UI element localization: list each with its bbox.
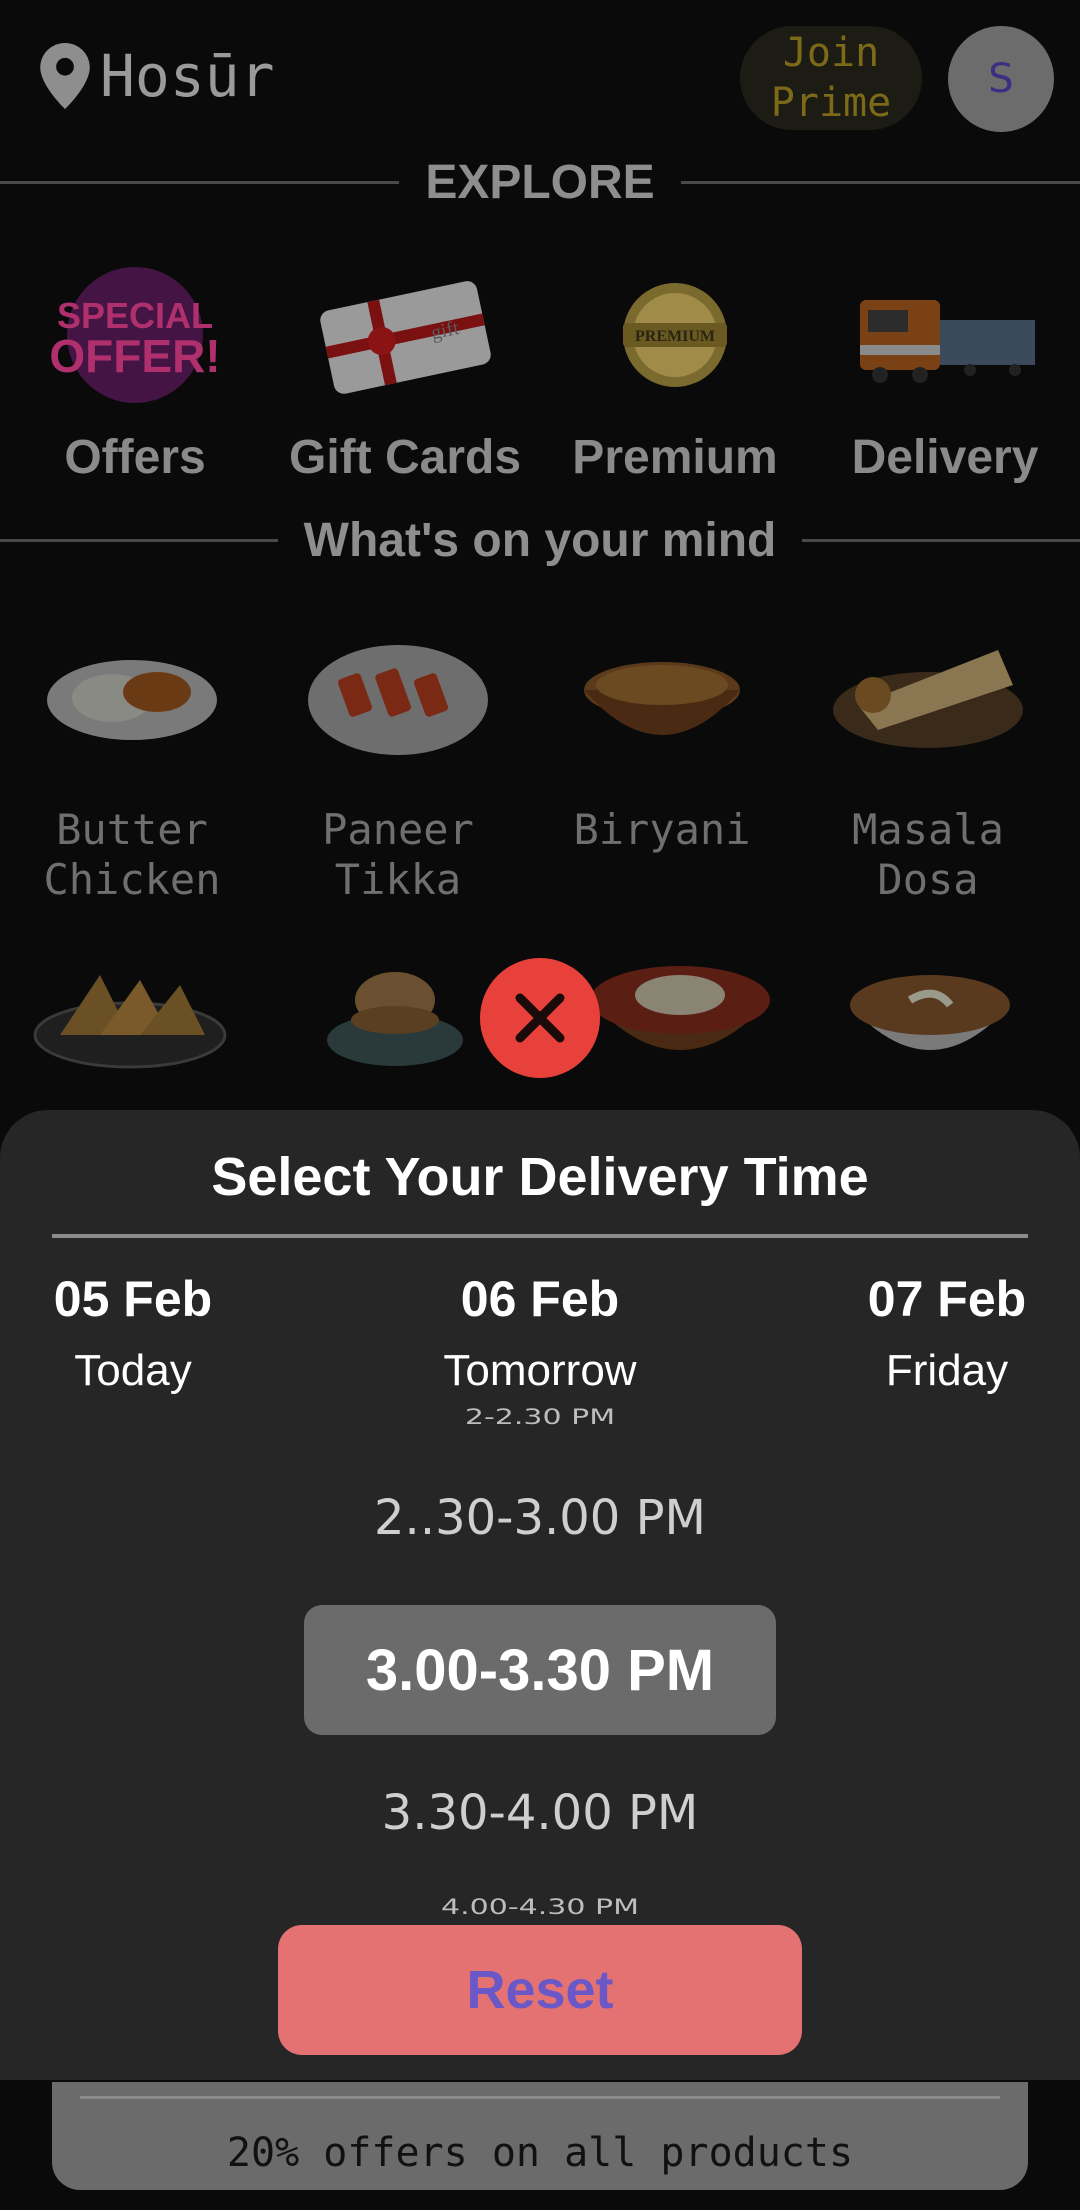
divider bbox=[80, 2096, 1000, 2099]
food-label-line1: Biryani bbox=[573, 805, 751, 854]
train-icon bbox=[820, 260, 1070, 410]
masala-dosa-image bbox=[798, 615, 1058, 775]
date-tab-today[interactable]: 05 Feb Today bbox=[3, 1270, 263, 1396]
time-slot[interactable]: 2-2.30 PM bbox=[0, 1405, 1080, 1430]
sheet-title: Select Your Delivery Time bbox=[211, 1147, 869, 1207]
prime-label-line1: Join bbox=[782, 30, 880, 76]
samosa-image bbox=[0, 930, 260, 1090]
explore-label-delivery: Delivery bbox=[851, 431, 1039, 484]
explore-section-title: EXPLORE bbox=[0, 155, 1080, 210]
biryani-image bbox=[532, 615, 792, 775]
premium-medal-icon: PREMIUM bbox=[550, 260, 800, 410]
food-item-biryani[interactable]: Biryani bbox=[532, 615, 792, 855]
offer-text: 20% offers on all products bbox=[226, 2130, 854, 2176]
date-label: 07 Feb bbox=[867, 1271, 1027, 1327]
explore-label-gift-cards: Gift Cards bbox=[288, 431, 522, 484]
day-label: Tomorrow bbox=[443, 1346, 637, 1395]
svg-text:OFFER!: OFFER! bbox=[50, 330, 220, 382]
explore-item-delivery[interactable]: Delivery bbox=[820, 260, 1070, 485]
join-prime-button[interactable]: Join Prime bbox=[740, 26, 922, 130]
date-label: 06 Feb bbox=[460, 1271, 620, 1327]
avatar[interactable]: S bbox=[948, 26, 1054, 132]
close-sheet-button[interactable] bbox=[480, 958, 600, 1078]
food-item-masala-dosa[interactable]: Masala Dosa bbox=[798, 615, 1058, 905]
explore-label-premium: Premium bbox=[572, 431, 778, 484]
location-label: Hosūr bbox=[100, 42, 275, 110]
food-label-line2: Dosa bbox=[877, 855, 979, 904]
prime-label-line2: Prime bbox=[770, 80, 892, 126]
explore-title: EXPLORE bbox=[425, 156, 655, 209]
time-slot[interactable]: 2..30-3.00 PM bbox=[0, 1490, 1080, 1546]
time-slot[interactable]: 4.00-4.30 PM bbox=[0, 1895, 1080, 1920]
top-header: Hosūr Join Prime S bbox=[0, 0, 1080, 160]
svg-text:PREMIUM: PREMIUM bbox=[635, 328, 715, 345]
date-tab-friday[interactable]: 07 Feb Friday bbox=[817, 1270, 1077, 1396]
close-icon bbox=[515, 993, 565, 1043]
divider bbox=[0, 539, 278, 542]
food-label-line1: Butter bbox=[56, 805, 208, 854]
explore-item-offers[interactable]: SPECIAL OFFER! Offers bbox=[10, 260, 260, 485]
food-label-line1: Masala bbox=[852, 805, 1004, 854]
location-selector[interactable]: Hosūr bbox=[40, 42, 275, 110]
divider bbox=[802, 539, 1080, 542]
food-label-line2: Tikka bbox=[334, 855, 462, 904]
explore-item-gift-cards[interactable]: gift Gift Cards bbox=[280, 260, 530, 485]
mind-section-title: What's on your mind bbox=[0, 513, 1080, 568]
butter-chicken-image bbox=[2, 615, 262, 775]
food-item-dal-makhani[interactable] bbox=[800, 930, 1060, 1090]
gift-card-icon: gift bbox=[280, 260, 530, 410]
time-slot-selected[interactable]: 3.00-3.30 PM bbox=[304, 1605, 776, 1735]
date-label: 05 Feb bbox=[53, 1271, 213, 1327]
divider bbox=[52, 1234, 1028, 1238]
food-item-paneer-tikka[interactable]: Paneer Tikka bbox=[268, 615, 528, 905]
mind-title: What's on your mind bbox=[303, 514, 777, 567]
dal-makhani-image bbox=[800, 930, 1060, 1090]
delivery-time-sheet: Select Your Delivery Time 05 Feb Today 0… bbox=[0, 1110, 1080, 2080]
food-label-line1: Paneer bbox=[322, 805, 474, 854]
divider bbox=[0, 181, 400, 184]
food-item-samosa[interactable] bbox=[0, 930, 260, 1090]
time-slot[interactable]: 3.30-4.00 PM bbox=[0, 1785, 1080, 1841]
explore-item-premium[interactable]: PREMIUM Premium bbox=[550, 260, 800, 485]
special-offer-icon: SPECIAL OFFER! bbox=[10, 260, 260, 410]
paneer-tikka-image bbox=[268, 615, 528, 775]
offer-banner[interactable]: 20% offers on all products bbox=[52, 2082, 1028, 2190]
food-label-line2: Chicken bbox=[43, 855, 221, 904]
day-label: Friday bbox=[885, 1346, 1009, 1395]
location-pin-icon bbox=[40, 43, 90, 109]
reset-button[interactable]: Reset bbox=[278, 1925, 802, 2055]
divider bbox=[680, 181, 1080, 184]
explore-label-offers: Offers bbox=[64, 431, 206, 484]
food-item-butter-chicken[interactable]: Butter Chicken bbox=[2, 615, 262, 905]
app-screen: Hosūr Join Prime S EXPLORE SPECIAL OFFER… bbox=[0, 0, 1080, 2210]
date-tab-tomorrow[interactable]: 06 Feb Tomorrow bbox=[410, 1270, 670, 1396]
day-label: Today bbox=[74, 1346, 192, 1395]
